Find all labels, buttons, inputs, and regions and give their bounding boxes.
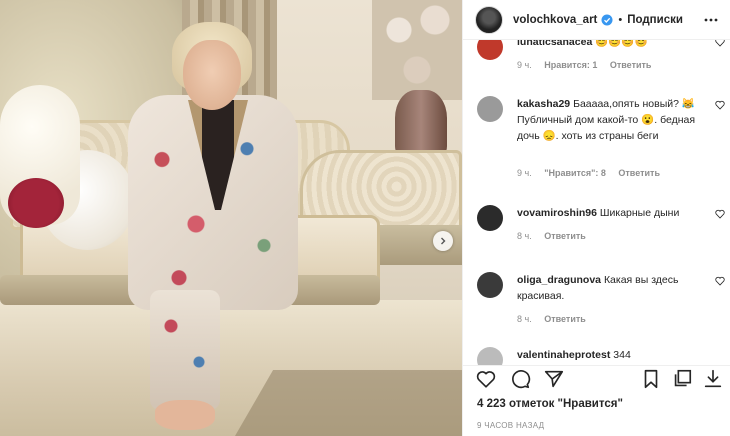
- comment-time: 9 ч.: [517, 60, 532, 70]
- comment-text: oliga_dragunova Какая вы здесь красивая.: [517, 274, 679, 302]
- comment-time: 8 ч.: [517, 231, 532, 241]
- commenter-username[interactable]: oliga_dragunova: [517, 274, 601, 286]
- commenter-username[interactable]: vovamiroshin96: [517, 207, 597, 219]
- author-avatar[interactable]: [475, 5, 503, 34]
- comment-time: 8 ч.: [517, 314, 532, 324]
- reply-button[interactable]: Ответить: [544, 314, 586, 324]
- reply-button[interactable]: Ответить: [610, 60, 652, 70]
- comment-item: vovamiroshin96 Шикарные дыни 8 ч. Ответи…: [477, 205, 727, 249]
- comment-heart-icon[interactable]: [715, 209, 725, 219]
- reply-button[interactable]: Ответить: [618, 168, 660, 178]
- commenter-avatar[interactable]: [477, 40, 503, 60]
- post-time: 9 ЧАСОВ НАЗАД: [477, 421, 545, 430]
- comment-heart-icon[interactable]: [715, 100, 725, 110]
- header-separator: •: [618, 13, 623, 26]
- post-header: volochkova_art • Подписки: [463, 0, 730, 40]
- likes-count[interactable]: 4 223 отметок "Нравится": [477, 398, 623, 410]
- collection-icon[interactable]: [671, 368, 693, 390]
- heart-icon[interactable]: [475, 368, 497, 390]
- reply-button[interactable]: Ответить: [544, 231, 586, 241]
- comment-heart-icon[interactable]: [715, 276, 725, 286]
- send-icon[interactable]: [543, 368, 565, 390]
- comment-heart-icon[interactable]: [715, 40, 725, 47]
- commenter-avatar[interactable]: [477, 96, 503, 122]
- commenter-username[interactable]: valentinaheprotest: [517, 349, 610, 361]
- comment-meta: 9 ч. "Нравится": 8 Ответить: [517, 168, 670, 178]
- comment-icon[interactable]: [509, 368, 531, 390]
- commenter-username[interactable]: kakasha29: [517, 98, 570, 110]
- comment-meta: 8 ч. Ответить: [517, 314, 596, 324]
- emoji-row: 😊😊😊😊: [595, 40, 648, 48]
- comment-meta: 9 ч. Нравится: 1 Ответить: [517, 60, 661, 70]
- download-icon[interactable]: [702, 368, 724, 390]
- post-side-panel: volochkova_art • Подписки lunaticsanacea…: [462, 0, 730, 436]
- comment-item: kakasha29 Бааааа,опять новый? 😹 Публичны…: [477, 96, 727, 186]
- comment-item: lunaticsanacea 😊😊😊😊 9 ч. Нравится: 1 Отв…: [477, 40, 727, 78]
- comment-item: oliga_dragunova Какая вы здесь красивая.…: [477, 272, 727, 332]
- comment-likes[interactable]: Нравится: 1: [544, 60, 597, 70]
- commenter-username[interactable]: lunaticsanacea: [517, 40, 592, 48]
- verified-badge-icon: [601, 14, 613, 25]
- photo-woman-legs: [150, 290, 220, 410]
- author-username[interactable]: volochkova_art: [513, 14, 597, 26]
- commenter-avatar[interactable]: [477, 205, 503, 231]
- post-actions-bar: [463, 365, 730, 391]
- photo-bear-heart: [8, 178, 64, 228]
- comment-text: kakasha29 Бааааа,опять новый? 😹 Публичны…: [517, 98, 696, 142]
- comment-time: 9 ч.: [517, 168, 532, 178]
- comment-text: vovamiroshin96 Шикарные дыни: [517, 207, 680, 219]
- comment-meta: 8 ч. Ответить: [517, 231, 596, 241]
- chevron-right-icon: [441, 237, 446, 245]
- comments-list[interactable]: lunaticsanacea 😊😊😊😊 9 ч. Нравится: 1 Отв…: [463, 40, 730, 365]
- photo-woman-feet: [155, 400, 215, 430]
- comment-text: lunaticsanacea 😊😊😊😊: [517, 40, 717, 50]
- bookmark-icon[interactable]: [640, 368, 662, 390]
- commenter-avatar[interactable]: [477, 272, 503, 298]
- post-photo: [0, 0, 462, 436]
- photo-woman-face: [183, 40, 241, 110]
- comment-text: valentinaheprotest 344: [517, 349, 631, 361]
- photo-flowers: [372, 0, 462, 100]
- next-photo-button[interactable]: [433, 231, 453, 251]
- more-options-icon[interactable]: [703, 12, 719, 28]
- commenter-avatar[interactable]: [477, 347, 503, 365]
- comment-likes[interactable]: "Нравится": 8: [544, 168, 606, 178]
- comment-item: valentinaheprotest 344: [477, 347, 727, 365]
- following-button[interactable]: Подписки: [627, 14, 683, 26]
